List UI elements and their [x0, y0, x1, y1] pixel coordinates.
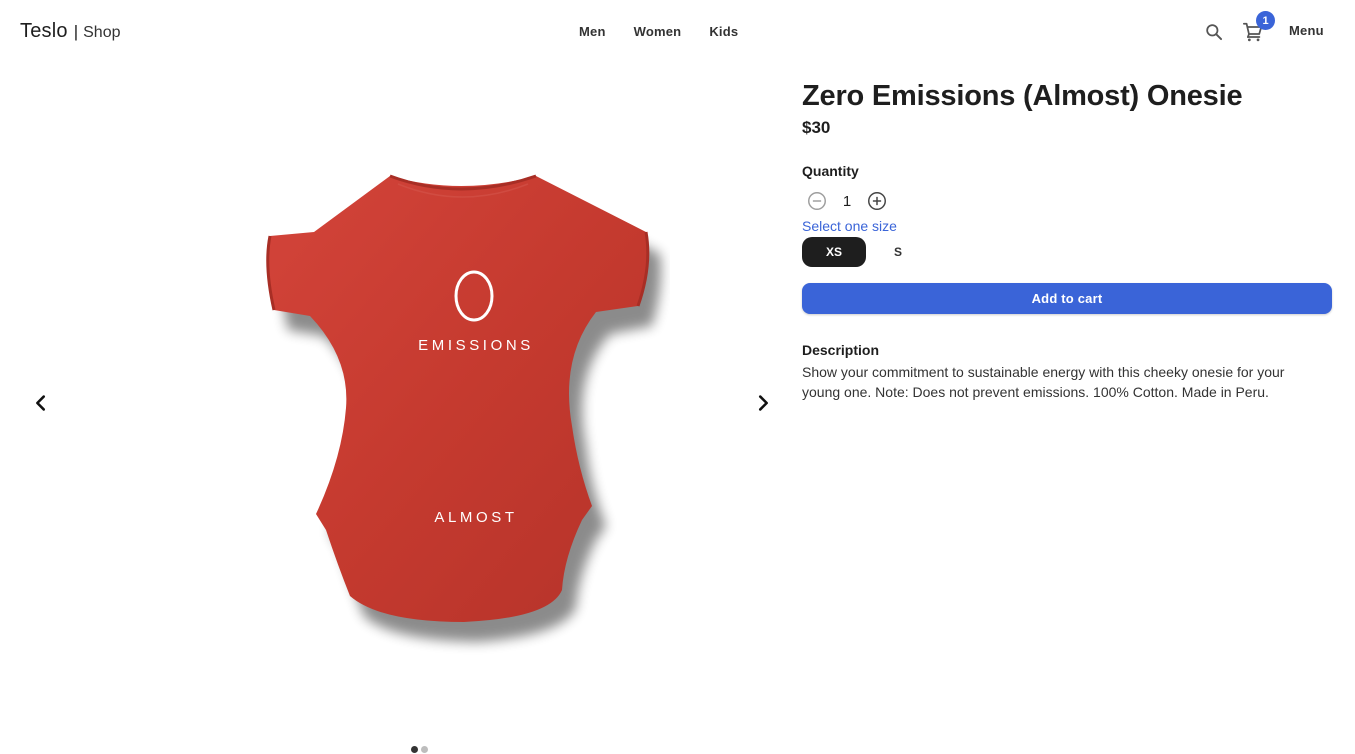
slide-pagination [411, 746, 428, 753]
chevron-left-icon [36, 395, 46, 411]
cart-button[interactable]: 1 [1235, 11, 1275, 50]
chevron-right-icon [758, 395, 768, 411]
product-title: Zero Emissions (Almost) Onesie [802, 80, 1243, 112]
quantity-increase-button[interactable] [862, 186, 892, 216]
product-details: Zero Emissions (Almost) Onesie $30 Quant… [802, 76, 1332, 402]
brand-sub: Shop [83, 24, 121, 41]
slide-next-button[interactable] [743, 383, 783, 423]
size-selector-label: Select one size [802, 218, 897, 234]
brand-name: Teslo [20, 20, 68, 42]
add-to-cart-button[interactable]: Add to cart [802, 283, 1332, 314]
nav-link-men[interactable]: Men [565, 18, 620, 45]
search-icon [1206, 24, 1223, 41]
quantity-value: 1 [842, 192, 852, 210]
product-price: $30 [802, 118, 831, 137]
plus-circle-icon [868, 192, 886, 210]
brand-logo-link[interactable]: Teslo | Shop [20, 20, 121, 43]
description-title: Description [802, 342, 880, 358]
search-button[interactable] [1196, 14, 1232, 50]
cart-count-badge: 1 [1256, 11, 1275, 30]
quantity-decrease-button[interactable] [802, 186, 832, 216]
onesie-body [267, 176, 648, 622]
print-almost: ALMOST [434, 509, 517, 526]
minus-circle-icon [808, 192, 826, 210]
quantity-stepper: 1 [802, 186, 1332, 216]
nav-link-kids[interactable]: Kids [695, 18, 752, 45]
product-image: EMISSIONS ALMOST [266, 174, 661, 642]
brand-separator: | [73, 22, 79, 41]
print-emissions: EMISSIONS [418, 337, 534, 354]
product-image-slideshow: EMISSIONS ALMOST [20, 76, 784, 754]
size-option-xs[interactable]: XS [802, 237, 866, 267]
slide-dot-2[interactable] [421, 746, 428, 753]
slide-dot-1[interactable] [411, 746, 418, 753]
slide-prev-button[interactable] [21, 383, 61, 423]
menu-button[interactable]: Menu [1279, 19, 1334, 42]
size-option-s[interactable]: S [866, 237, 930, 267]
size-selector: XS S [802, 237, 1332, 267]
nav-link-women[interactable]: Women [620, 18, 696, 45]
quantity-label: Quantity [802, 163, 859, 179]
navbar: Teslo | Shop Men Women Kids 1 Menu [0, 0, 1355, 64]
description-text: Show your commitment to sustainable ener… [802, 364, 1285, 400]
category-nav: Men Women Kids [565, 18, 752, 45]
